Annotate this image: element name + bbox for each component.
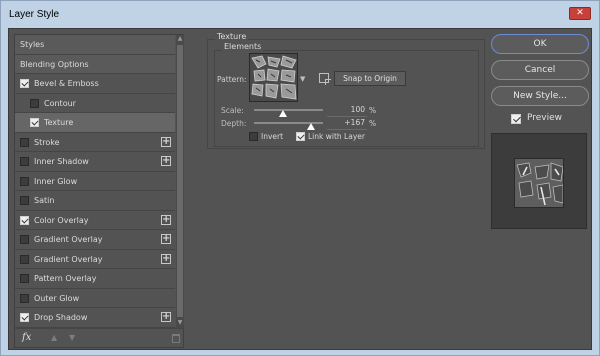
style-label: Gradient Overlay [34, 235, 103, 244]
style-label: Bevel & Emboss [34, 79, 99, 88]
add-effect-icon[interactable]: + [161, 214, 171, 225]
trash-icon[interactable] [172, 334, 180, 343]
pattern-texture-icon [250, 54, 297, 101]
style-row[interactable]: Blending Options [15, 54, 175, 74]
preview-checkbox[interactable] [511, 114, 521, 124]
styles-panel: Styles Blending Options Bevel & Emboss Cont… [14, 34, 184, 348]
style-checkbox[interactable] [20, 157, 29, 166]
style-row[interactable]: Contour [15, 93, 175, 113]
pattern-swatch[interactable] [249, 53, 298, 102]
style-row[interactable]: Pattern Overlay [15, 269, 175, 289]
preview-label: Preview [527, 113, 563, 123]
style-row[interactable]: Gradient Overlay + [15, 249, 175, 269]
scale-label: Scale: [221, 106, 244, 115]
link-with-layer-label: Link with Layer [308, 132, 365, 141]
window-title: Layer Style [9, 9, 60, 20]
styles-scrollbar[interactable]: ▲ ▼ [176, 35, 184, 328]
close-button[interactable]: ✕ [569, 7, 591, 20]
scale-value[interactable]: 100 [327, 105, 367, 117]
style-label: Inner Shadow [34, 157, 89, 166]
scrollbar-thumb[interactable] [177, 45, 183, 317]
ok-button[interactable]: OK [491, 34, 589, 54]
preview-thumbnail [514, 158, 564, 208]
style-checkbox[interactable] [20, 293, 29, 303]
scale-slider-knob[interactable] [278, 110, 287, 117]
new-style-button[interactable]: New Style... [491, 86, 589, 106]
style-label: Gradient Overlay [34, 254, 103, 264]
style-label: Styles [20, 40, 45, 49]
style-label: Inner Glow [34, 176, 78, 186]
style-label: Satin [34, 196, 55, 205]
style-checkbox[interactable] [30, 118, 39, 127]
style-checkbox[interactable] [20, 254, 29, 264]
style-label: Color Overlay [34, 215, 89, 225]
style-row[interactable]: Stroke + [15, 132, 175, 152]
add-effect-icon[interactable]: + [161, 136, 171, 147]
style-row[interactable]: Drop Shadow + [15, 308, 175, 328]
style-row[interactable]: Inner Glow [15, 171, 175, 191]
style-label: Contour [44, 98, 76, 108]
pattern-label: Pattern: [217, 75, 247, 84]
style-checkbox[interactable] [20, 313, 29, 322]
style-checkbox[interactable] [20, 176, 29, 186]
style-row[interactable]: Styles [15, 35, 175, 55]
style-checkbox[interactable] [20, 79, 29, 88]
title-bar[interactable]: Layer Style ✕ [1, 1, 599, 28]
style-row[interactable]: Texture [15, 113, 175, 133]
style-label: Blending Options [20, 59, 89, 69]
style-row[interactable]: Satin [15, 191, 175, 211]
link-with-layer-checkbox[interactable] [296, 132, 305, 141]
style-row[interactable]: Gradient Overlay + [15, 230, 175, 250]
style-label: Texture [44, 118, 74, 127]
preview-texture-icon [515, 159, 563, 207]
styles-toolbar: fx ▲ ▼ [15, 328, 184, 348]
pattern-dropdown-icon[interactable]: ▼ [300, 75, 308, 83]
layer-style-dialog: Layer Style ✕ Styles Blending Options Beve… [0, 0, 600, 356]
arrow-down-icon[interactable]: ▼ [69, 333, 75, 342]
style-checkbox[interactable] [20, 137, 29, 147]
fx-button[interactable]: fx [22, 332, 31, 343]
depth-slider-knob[interactable] [307, 123, 316, 130]
add-effect-icon[interactable]: + [161, 312, 171, 322]
style-checkbox[interactable] [20, 235, 29, 244]
texture-group-title: Texture [215, 32, 249, 41]
add-effect-icon[interactable]: + [161, 234, 171, 244]
style-checkbox[interactable] [20, 215, 29, 225]
style-row[interactable]: Outer Glow [15, 288, 175, 308]
style-label: Stroke [34, 137, 60, 147]
arrow-up-icon[interactable]: ▲ [51, 333, 57, 342]
style-checkbox[interactable] [20, 274, 29, 283]
new-preset-icon[interactable] [319, 73, 331, 85]
add-effect-icon[interactable]: + [161, 156, 171, 166]
snap-to-origin-button[interactable]: Snap to Origin [334, 71, 406, 86]
invert-checkbox[interactable] [249, 132, 258, 141]
style-checkbox[interactable] [20, 196, 29, 205]
add-effect-icon[interactable]: + [161, 253, 171, 264]
scroll-down-icon[interactable]: ▼ [176, 319, 184, 327]
styles-list: Styles Blending Options Bevel & Emboss Cont… [15, 35, 175, 328]
style-checkbox[interactable] [30, 98, 39, 108]
scale-unit: % [369, 106, 377, 115]
preview-swatch [491, 133, 587, 229]
style-row[interactable]: Color Overlay + [15, 210, 175, 230]
style-row[interactable]: Bevel & Emboss [15, 74, 175, 94]
style-row[interactable]: Inner Shadow + [15, 152, 175, 172]
invert-label: Invert [261, 132, 284, 141]
depth-unit: % [369, 119, 377, 128]
cancel-button[interactable]: Cancel [491, 60, 589, 80]
scroll-up-icon[interactable]: ▲ [176, 35, 184, 43]
elements-group-title: Elements [222, 42, 264, 51]
depth-label: Depth: [221, 119, 247, 128]
style-label: Pattern Overlay [34, 274, 97, 283]
dialog-body: Styles Blending Options Bevel & Emboss Cont… [8, 28, 592, 350]
style-label: Drop Shadow [34, 313, 88, 322]
style-label: Outer Glow [34, 293, 80, 303]
depth-value[interactable]: +167 [327, 118, 367, 130]
scale-slider[interactable] [254, 109, 323, 111]
